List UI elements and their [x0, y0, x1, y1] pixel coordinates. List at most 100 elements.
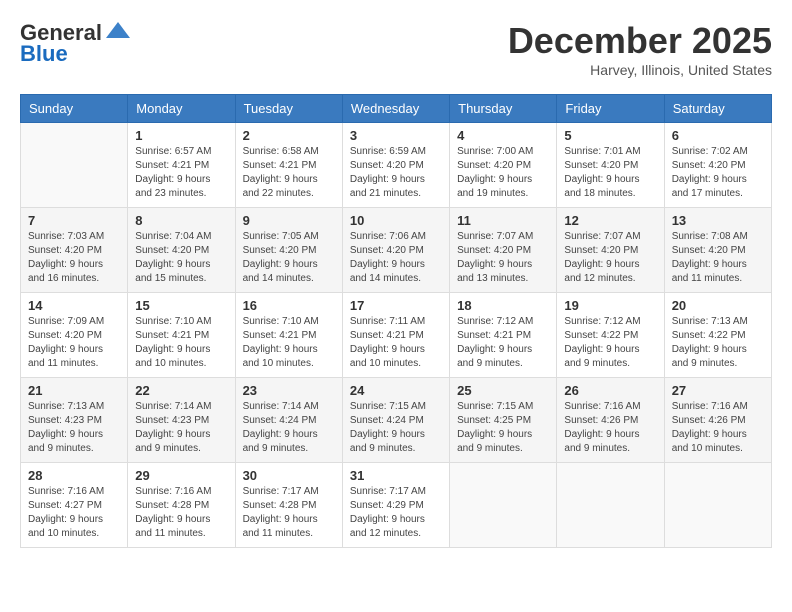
- day-info: Sunrise: 7:11 AM Sunset: 4:21 PM Dayligh…: [350, 315, 442, 371]
- day-info: Sunrise: 7:15 AM Sunset: 4:25 PM Dayligh…: [457, 400, 549, 456]
- week-row-2: 7 Sunrise: 7:03 AM Sunset: 4:20 PM Daylig…: [21, 208, 772, 293]
- calendar-cell: 6 Sunrise: 7:02 AM Sunset: 4:20 PM Daylig…: [664, 123, 771, 208]
- day-info: Sunrise: 7:16 AM Sunset: 4:26 PM Dayligh…: [564, 400, 656, 456]
- calendar-cell: 10 Sunrise: 7:06 AM Sunset: 4:20 PM Dayli…: [342, 208, 449, 293]
- day-number: 1: [135, 128, 227, 143]
- day-info: Sunrise: 7:16 AM Sunset: 4:26 PM Dayligh…: [672, 400, 764, 456]
- day-number: 7: [28, 213, 120, 228]
- day-number: 2: [243, 128, 335, 143]
- day-info: Sunrise: 7:10 AM Sunset: 4:21 PM Dayligh…: [243, 315, 335, 371]
- day-number: 9: [243, 213, 335, 228]
- calendar-cell: [21, 123, 128, 208]
- day-number: 17: [350, 298, 442, 313]
- column-header-monday: Monday: [128, 95, 235, 123]
- day-number: 19: [564, 298, 656, 313]
- column-header-tuesday: Tuesday: [235, 95, 342, 123]
- calendar-cell: 22Sunrise: 7:14 AM Sunset: 4:23 PM Dayli…: [128, 378, 235, 463]
- day-info: Sunrise: 7:15 AM Sunset: 4:24 PM Dayligh…: [350, 400, 442, 456]
- calendar-cell: 11Sunrise: 7:07 AM Sunset: 4:20 PM Dayli…: [450, 208, 557, 293]
- day-number: 5: [564, 128, 656, 143]
- day-number: 4: [457, 128, 549, 143]
- calendar-cell: 30 Sunrise: 7:17 AM Sunset: 4:28 PM Dayli…: [235, 463, 342, 548]
- day-info: Sunrise: 7:14 AM Sunset: 4:24 PM Dayligh…: [243, 400, 335, 456]
- day-number: 10: [350, 213, 442, 228]
- calendar-cell: 5Sunrise: 7:01 AM Sunset: 4:20 PM Daylig…: [557, 123, 664, 208]
- calendar-cell: 13 Sunrise: 7:08 AM Sunset: 4:20 PM Dayli…: [664, 208, 771, 293]
- week-row-3: 14 Sunrise: 7:09 AM Sunset: 4:20 PM Dayli…: [21, 293, 772, 378]
- week-row-1: 1 Sunrise: 6:57 AM Sunset: 4:21 PM Daylig…: [21, 123, 772, 208]
- calendar-cell: [557, 463, 664, 548]
- day-info: Sunrise: 7:17 AM Sunset: 4:29 PM Dayligh…: [350, 485, 442, 541]
- week-row-5: 28 Sunrise: 7:16 AM Sunset: 4:27 PM Dayli…: [21, 463, 772, 548]
- column-header-sunday: Sunday: [21, 95, 128, 123]
- calendar-cell: 29 Sunrise: 7:16 AM Sunset: 4:28 PM Dayli…: [128, 463, 235, 548]
- location-text: Harvey, Illinois, United States: [508, 62, 772, 78]
- day-number: 27: [672, 383, 764, 398]
- day-info: Sunrise: 7:00 AM Sunset: 4:20 PM Dayligh…: [457, 145, 549, 201]
- column-header-saturday: Saturday: [664, 95, 771, 123]
- calendar-cell: 15 Sunrise: 7:10 AM Sunset: 4:21 PM Dayli…: [128, 293, 235, 378]
- day-info: Sunrise: 6:58 AM Sunset: 4:21 PM Dayligh…: [243, 145, 335, 201]
- day-number: 23: [243, 383, 335, 398]
- day-number: 31: [350, 468, 442, 483]
- day-number: 13: [672, 213, 764, 228]
- day-number: 12: [564, 213, 656, 228]
- day-info: Sunrise: 7:07 AM Sunset: 4:20 PM Dayligh…: [457, 230, 549, 286]
- title-block: December 2025 Harvey, Illinois, United S…: [508, 20, 772, 78]
- calendar-cell: 21 Sunrise: 7:13 AM Sunset: 4:23 PM Dayli…: [21, 378, 128, 463]
- calendar-cell: 3 Sunrise: 6:59 AM Sunset: 4:20 PM Daylig…: [342, 123, 449, 208]
- day-info: Sunrise: 7:03 AM Sunset: 4:20 PM Dayligh…: [28, 230, 120, 286]
- day-info: Sunrise: 7:09 AM Sunset: 4:20 PM Dayligh…: [28, 315, 120, 371]
- day-info: Sunrise: 7:16 AM Sunset: 4:28 PM Dayligh…: [135, 485, 227, 541]
- day-info: Sunrise: 7:16 AM Sunset: 4:27 PM Dayligh…: [28, 485, 120, 541]
- day-number: 18: [457, 298, 549, 313]
- day-number: 28: [28, 468, 120, 483]
- calendar-cell: 14 Sunrise: 7:09 AM Sunset: 4:20 PM Dayli…: [21, 293, 128, 378]
- calendar-cell: 26Sunrise: 7:16 AM Sunset: 4:26 PM Dayli…: [557, 378, 664, 463]
- day-info: Sunrise: 7:13 AM Sunset: 4:23 PM Dayligh…: [28, 400, 120, 456]
- day-info: Sunrise: 7:02 AM Sunset: 4:20 PM Dayligh…: [672, 145, 764, 201]
- day-number: 21: [28, 383, 120, 398]
- column-header-friday: Friday: [557, 95, 664, 123]
- calendar-cell: 20 Sunrise: 7:13 AM Sunset: 4:22 PM Dayli…: [664, 293, 771, 378]
- day-info: Sunrise: 7:04 AM Sunset: 4:20 PM Dayligh…: [135, 230, 227, 286]
- calendar-cell: 9Sunrise: 7:05 AM Sunset: 4:20 PM Daylig…: [235, 208, 342, 293]
- calendar-cell: [664, 463, 771, 548]
- calendar-cell: 23 Sunrise: 7:14 AM Sunset: 4:24 PM Dayli…: [235, 378, 342, 463]
- calendar-cell: 31 Sunrise: 7:17 AM Sunset: 4:29 PM Dayli…: [342, 463, 449, 548]
- calendar-table: SundayMondayTuesdayWednesdayThursdayFrid…: [20, 94, 772, 548]
- day-number: 6: [672, 128, 764, 143]
- day-info: Sunrise: 7:08 AM Sunset: 4:20 PM Dayligh…: [672, 230, 764, 286]
- calendar-cell: 12Sunrise: 7:07 AM Sunset: 4:20 PM Dayli…: [557, 208, 664, 293]
- calendar-cell: 4 Sunrise: 7:00 AM Sunset: 4:20 PM Daylig…: [450, 123, 557, 208]
- day-info: Sunrise: 7:13 AM Sunset: 4:22 PM Dayligh…: [672, 315, 764, 371]
- calendar-cell: 16 Sunrise: 7:10 AM Sunset: 4:21 PM Dayli…: [235, 293, 342, 378]
- calendar-cell: 7 Sunrise: 7:03 AM Sunset: 4:20 PM Daylig…: [21, 208, 128, 293]
- day-number: 30: [243, 468, 335, 483]
- day-number: 8: [135, 213, 227, 228]
- day-info: Sunrise: 7:12 AM Sunset: 4:22 PM Dayligh…: [564, 315, 656, 371]
- column-header-wednesday: Wednesday: [342, 95, 449, 123]
- calendar-cell: 24 Sunrise: 7:15 AM Sunset: 4:24 PM Dayli…: [342, 378, 449, 463]
- day-info: Sunrise: 6:57 AM Sunset: 4:21 PM Dayligh…: [135, 145, 227, 201]
- day-number: 20: [672, 298, 764, 313]
- day-info: Sunrise: 7:17 AM Sunset: 4:28 PM Dayligh…: [243, 485, 335, 541]
- day-number: 15: [135, 298, 227, 313]
- day-number: 25: [457, 383, 549, 398]
- calendar-cell: 18 Sunrise: 7:12 AM Sunset: 4:21 PM Dayli…: [450, 293, 557, 378]
- day-number: 29: [135, 468, 227, 483]
- day-info: Sunrise: 7:10 AM Sunset: 4:21 PM Dayligh…: [135, 315, 227, 371]
- calendar-cell: 19 Sunrise: 7:12 AM Sunset: 4:22 PM Dayli…: [557, 293, 664, 378]
- calendar-cell: 25 Sunrise: 7:15 AM Sunset: 4:25 PM Dayli…: [450, 378, 557, 463]
- day-number: 3: [350, 128, 442, 143]
- month-title: December 2025: [508, 20, 772, 62]
- logo: General Blue: [20, 20, 132, 67]
- day-info: Sunrise: 7:12 AM Sunset: 4:21 PM Dayligh…: [457, 315, 549, 371]
- day-info: Sunrise: 6:59 AM Sunset: 4:20 PM Dayligh…: [350, 145, 442, 201]
- day-number: 24: [350, 383, 442, 398]
- calendar-cell: 8 Sunrise: 7:04 AM Sunset: 4:20 PM Daylig…: [128, 208, 235, 293]
- day-number: 14: [28, 298, 120, 313]
- calendar-header-row: SundayMondayTuesdayWednesdayThursdayFrid…: [21, 95, 772, 123]
- day-info: Sunrise: 7:06 AM Sunset: 4:20 PM Dayligh…: [350, 230, 442, 286]
- day-number: 16: [243, 298, 335, 313]
